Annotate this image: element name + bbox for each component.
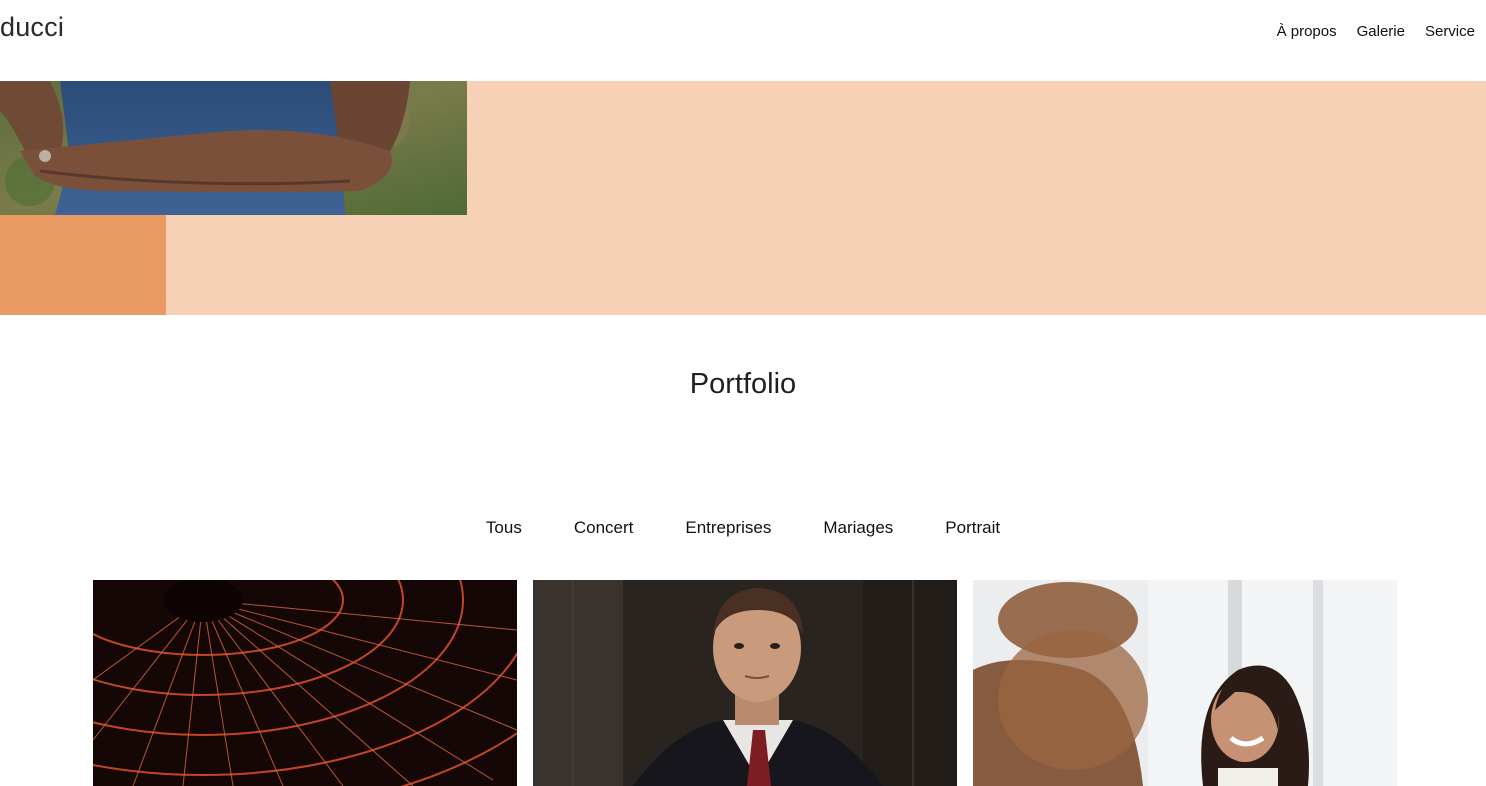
site-header: ducci À propos Galerie Service	[0, 0, 1486, 81]
portfolio-filters: Tous Concert Entreprises Mariages Portra…	[0, 518, 1486, 538]
portfolio-card-office[interactable]	[973, 580, 1397, 786]
filter-portrait[interactable]: Portrait	[945, 518, 1000, 538]
site-logo[interactable]: ducci	[0, 12, 64, 43]
office-photo	[973, 580, 1397, 786]
businessman-photo	[533, 580, 957, 786]
filter-concert[interactable]: Concert	[574, 518, 634, 538]
hero-photo	[0, 81, 467, 215]
portfolio-card-concert[interactable]	[93, 580, 517, 786]
concert-photo	[93, 580, 517, 786]
hero-accent-block	[0, 215, 166, 315]
nav-link-galerie[interactable]: Galerie	[1357, 23, 1405, 40]
portfolio-grid	[93, 580, 1397, 786]
hero-section	[0, 81, 1486, 315]
nav-link-a-propos[interactable]: À propos	[1277, 23, 1337, 40]
portfolio-card-business[interactable]	[533, 580, 957, 786]
portfolio-title: Portfolio	[689, 368, 797, 400]
filter-mariages[interactable]: Mariages	[823, 518, 893, 538]
filter-tous[interactable]: Tous	[486, 518, 522, 538]
nav-link-service[interactable]: Service	[1425, 23, 1475, 40]
main-nav: À propos Galerie Service	[1277, 23, 1475, 40]
filter-entreprises[interactable]: Entreprises	[685, 518, 771, 538]
